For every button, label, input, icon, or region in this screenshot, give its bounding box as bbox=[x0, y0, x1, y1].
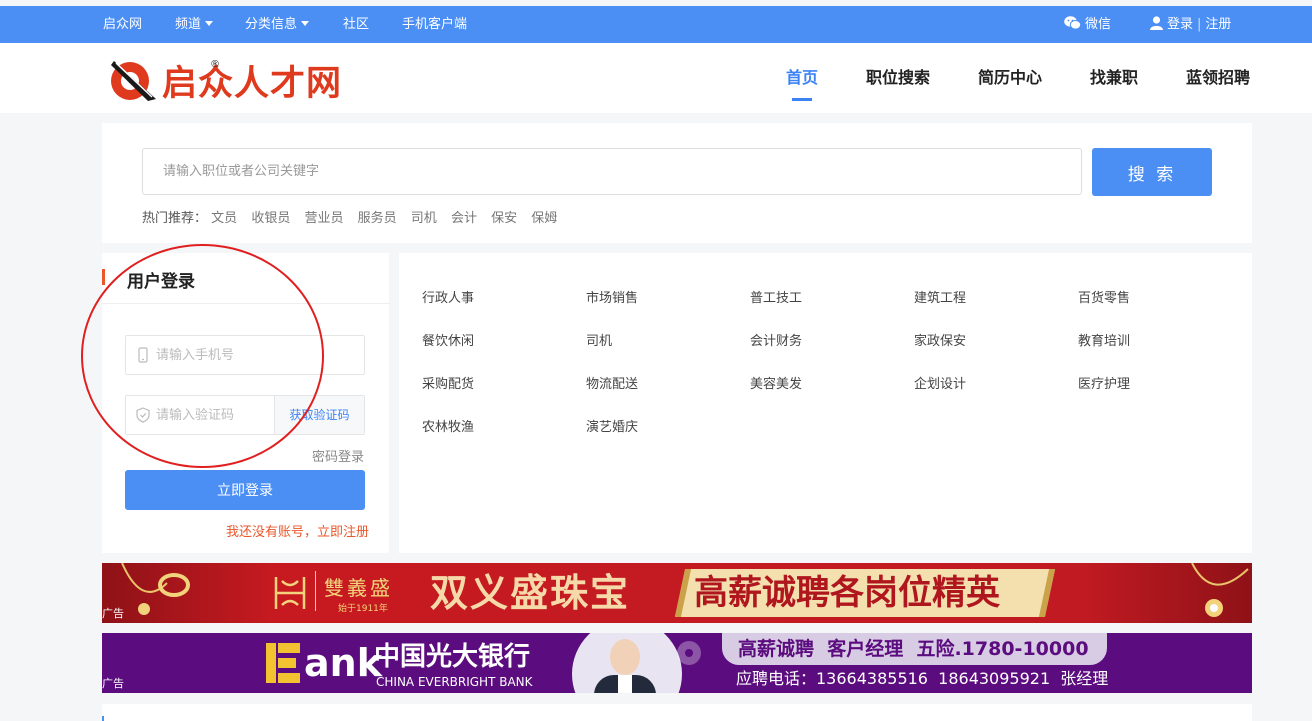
hot-keyword[interactable]: 司机 bbox=[411, 211, 437, 226]
next-section-strip bbox=[102, 704, 1252, 721]
shield-icon bbox=[136, 407, 150, 423]
phone-icon bbox=[138, 347, 148, 363]
nav-part-time[interactable]: 找兼职 bbox=[1090, 43, 1138, 113]
category-link[interactable]: 演艺婚庆 bbox=[586, 416, 638, 435]
hot-keyword[interactable]: 会计 bbox=[451, 211, 477, 226]
hot-keyword[interactable]: 营业员 bbox=[304, 211, 343, 226]
search-button[interactable]: 搜 索 bbox=[1092, 148, 1212, 196]
register-link[interactable]: 我还没有账号，立即注册 bbox=[226, 521, 369, 540]
login-submit-button[interactable]: 立即登录 bbox=[125, 470, 365, 510]
nav-blue-collar[interactable]: 蓝领招聘 bbox=[1186, 43, 1250, 113]
registered-mark: ® bbox=[210, 58, 221, 70]
bank-logo-icon bbox=[266, 643, 300, 683]
get-code-button[interactable]: 获取验证码 bbox=[274, 396, 364, 434]
ad-tag: 广告 bbox=[102, 677, 124, 690]
user-icon bbox=[1150, 16, 1163, 30]
brand-since: 始于1911年 bbox=[338, 604, 388, 614]
category-link[interactable]: 市场销售 bbox=[586, 287, 638, 306]
topbar-menu-classified[interactable]: 分类信息 bbox=[245, 6, 310, 43]
category-link[interactable]: 农林牧渔 bbox=[422, 416, 474, 435]
ad-contact: 应聘电话：13664385516 18643095921 张经理 bbox=[736, 669, 1109, 688]
topbar-menu-label: 频道 bbox=[175, 17, 202, 32]
topbar-link-home[interactable]: 启众网 bbox=[103, 6, 142, 43]
divider bbox=[102, 303, 389, 304]
ad-title: 双义盛珠宝 bbox=[430, 571, 631, 615]
search-input[interactable] bbox=[142, 148, 1082, 195]
site-header: 启众人才网 ® 首页 职位搜索 简历中心 找兼职 蓝领招聘 bbox=[0, 43, 1312, 113]
category-link[interactable]: 司机 bbox=[586, 330, 612, 349]
logo-mark-icon bbox=[111, 61, 156, 101]
search-panel: 搜 索 热门推荐： 文员 收银员 营业员 服务员 司机 会计 保安 保姆 bbox=[102, 123, 1252, 243]
user-links: 登录 | 注册 bbox=[1150, 6, 1231, 43]
category-link[interactable]: 采购配货 bbox=[422, 373, 474, 392]
category-link[interactable]: 会计财务 bbox=[750, 330, 802, 349]
nav-home[interactable]: 首页 bbox=[786, 43, 818, 113]
hot-keyword[interactable]: 服务员 bbox=[358, 211, 397, 226]
chevron-down-icon bbox=[205, 21, 214, 26]
ad-slogan: 高薪诚聘各岗位精英 bbox=[694, 573, 1000, 613]
brand-name: 雙義盛 bbox=[324, 576, 393, 600]
register-link[interactable]: 注册 bbox=[1205, 17, 1231, 32]
hot-keyword[interactable]: 保安 bbox=[491, 211, 517, 226]
logo-text: 启众人才网 bbox=[162, 63, 343, 104]
nav-active-indicator bbox=[792, 98, 812, 101]
login-title: 用户登录 bbox=[127, 272, 195, 292]
category-link[interactable]: 建筑工程 bbox=[914, 287, 966, 306]
code-input[interactable] bbox=[156, 396, 271, 434]
nav-job-search[interactable]: 职位搜索 bbox=[866, 43, 930, 113]
bank-logo-text: ank bbox=[304, 641, 382, 685]
password-login-link[interactable]: 密码登录 bbox=[312, 446, 364, 465]
top-bar: 启众网 频道 分类信息 社区 手机客户端 微信 登录 | 注册 bbox=[0, 6, 1312, 43]
necklace-icon bbox=[121, 563, 190, 615]
category-link[interactable]: 行政人事 bbox=[422, 287, 474, 306]
wechat-link[interactable]: 微信 bbox=[1064, 6, 1111, 43]
accent-bar bbox=[102, 716, 104, 721]
topbar-link-community[interactable]: 社区 bbox=[343, 6, 369, 43]
phone-input[interactable] bbox=[156, 336, 356, 374]
topbar-link-mobile-client[interactable]: 手机客户端 bbox=[402, 6, 467, 43]
ad-banner-bank[interactable]: ank 中国光大银行 CHINA EVERBRIGHT BANK 高薪诚聘 客户… bbox=[102, 633, 1252, 693]
divider: | bbox=[1197, 17, 1202, 32]
category-link[interactable]: 百货零售 bbox=[1078, 287, 1130, 306]
site-logo[interactable]: 启众人才网 ® bbox=[108, 57, 352, 104]
ad-headline: 高薪诚聘 客户经理 五险.1780-10000 bbox=[738, 638, 1089, 660]
hot-keyword[interactable]: 保姆 bbox=[531, 211, 557, 226]
topbar-menu-label: 分类信息 bbox=[245, 17, 298, 32]
category-link[interactable]: 普工技工 bbox=[750, 287, 802, 306]
wechat-label: 微信 bbox=[1085, 17, 1112, 32]
category-link[interactable]: 家政保安 bbox=[914, 330, 966, 349]
phone-field bbox=[125, 335, 365, 375]
nav-resume-center[interactable]: 简历中心 bbox=[978, 43, 1042, 113]
category-link[interactable]: 美容美发 bbox=[750, 373, 802, 392]
decorative-dot bbox=[685, 649, 693, 657]
brand-emblem-icon bbox=[274, 577, 306, 609]
divider bbox=[315, 571, 316, 611]
ad-banner-jewelry[interactable]: 雙義盛 始于1911年 双义盛珠宝 高薪诚聘各岗位精英 广告 bbox=[102, 563, 1252, 623]
ad-tag: 广告 bbox=[102, 607, 124, 620]
hot-label: 热门推荐： bbox=[142, 211, 208, 226]
login-panel: 用户登录 获取验证码 密码登录 立即登录 我还没有账号，立即注册 bbox=[102, 253, 389, 553]
pendant-icon bbox=[1191, 563, 1249, 617]
bank-name-cn: 中国光大银行 bbox=[374, 642, 531, 672]
category-link[interactable]: 教育培训 bbox=[1078, 330, 1130, 349]
category-link[interactable]: 餐饮休闲 bbox=[422, 330, 474, 349]
bank-name-en: CHINA EVERBRIGHT BANK bbox=[376, 675, 533, 689]
chevron-down-icon bbox=[301, 21, 310, 26]
category-link[interactable]: 物流配送 bbox=[586, 373, 638, 392]
title-accent-bar bbox=[102, 269, 105, 285]
code-field: 获取验证码 bbox=[125, 395, 365, 435]
hot-recommendations: 热门推荐： 文员 收银员 营业员 服务员 司机 会计 保安 保姆 bbox=[142, 207, 567, 226]
banner-portrait-circle bbox=[572, 633, 682, 693]
job-categories-panel: 行政人事 市场销售 普工技工 建筑工程 百货零售 餐饮休闲 司机 会计财务 家政… bbox=[399, 253, 1252, 553]
hot-keyword[interactable]: 文员 bbox=[211, 211, 237, 226]
hot-keyword[interactable]: 收银员 bbox=[251, 211, 290, 226]
category-link[interactable]: 医疗护理 bbox=[1078, 373, 1130, 392]
topbar-menu-channel[interactable]: 频道 bbox=[175, 6, 214, 43]
wechat-icon bbox=[1064, 16, 1082, 30]
category-link[interactable]: 企划设计 bbox=[914, 373, 966, 392]
login-link[interactable]: 登录 bbox=[1167, 17, 1193, 32]
